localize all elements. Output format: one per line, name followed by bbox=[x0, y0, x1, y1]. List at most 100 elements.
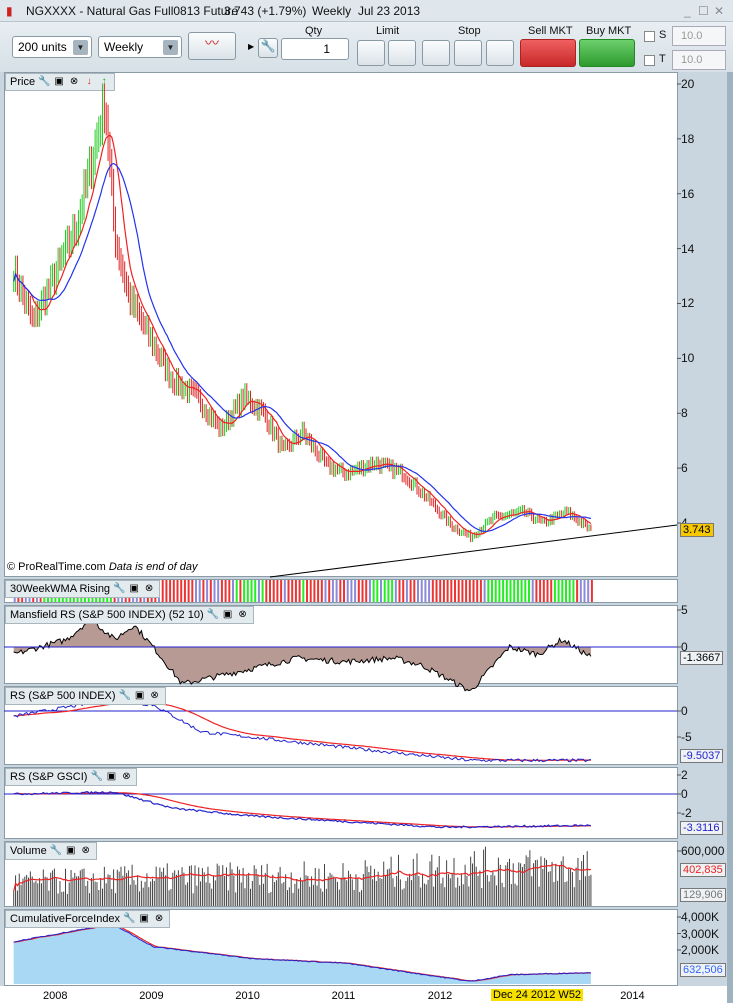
wrench-icon[interactable]: 🔧 bbox=[207, 609, 219, 621]
wrench-icon[interactable]: 🔧 bbox=[119, 690, 131, 702]
wma-bar bbox=[350, 580, 353, 602]
wma-bar bbox=[483, 580, 486, 602]
window-icon[interactable]: ▣ bbox=[138, 913, 150, 925]
wma-bar bbox=[383, 580, 386, 602]
wma-bar bbox=[298, 580, 301, 602]
close-icon[interactable]: ⊗ bbox=[120, 771, 132, 783]
close-icon[interactable]: ⊗ bbox=[143, 583, 155, 595]
wma-bar bbox=[561, 580, 564, 602]
window-icon[interactable]: ▣ bbox=[105, 771, 117, 783]
wma-bar bbox=[372, 580, 375, 602]
x-axis-tick-label: 2009 bbox=[139, 990, 164, 1002]
wma-bar bbox=[520, 580, 523, 602]
wma-bar bbox=[335, 580, 338, 602]
axis-tick-label: 2,000K bbox=[681, 943, 720, 957]
wrench-icon[interactable]: 🔧 bbox=[123, 913, 135, 925]
window-icon[interactable]: ▣ bbox=[65, 845, 77, 857]
wma-bar bbox=[183, 580, 186, 602]
x-axis-tick-label: 2011 bbox=[331, 990, 356, 1002]
close-icon[interactable]: ⊗ bbox=[149, 690, 161, 702]
wma-bar bbox=[169, 580, 172, 602]
x-axis-tick-label: 2008 bbox=[43, 990, 68, 1002]
close-icon[interactable]: ⊗ bbox=[237, 609, 249, 621]
wma-bar bbox=[494, 580, 497, 602]
wma-bar bbox=[302, 580, 305, 602]
wma-bar bbox=[457, 580, 460, 602]
axis-tick-label: 0 bbox=[681, 704, 688, 718]
wma-bar bbox=[269, 580, 272, 602]
wma-bar bbox=[213, 580, 216, 602]
wma-bar bbox=[306, 580, 309, 602]
wma-bar bbox=[565, 580, 568, 602]
wma-bar bbox=[232, 580, 235, 602]
wma-bar bbox=[376, 580, 379, 602]
wma-bar bbox=[435, 580, 438, 602]
window-icon[interactable]: ▣ bbox=[134, 690, 146, 702]
wma-bar bbox=[417, 580, 420, 602]
wma-bar bbox=[235, 580, 238, 602]
wma-bar bbox=[431, 580, 434, 602]
wma-bar bbox=[502, 580, 505, 602]
wrench-icon[interactable]: 🔧 bbox=[113, 583, 125, 595]
wma-bar bbox=[361, 580, 364, 602]
wma-bar bbox=[202, 580, 205, 602]
wma-bar bbox=[339, 580, 342, 602]
wma-bar bbox=[283, 580, 286, 602]
wma-bar bbox=[346, 580, 349, 602]
window-icon[interactable]: ▣ bbox=[222, 609, 234, 621]
wma-bar bbox=[250, 580, 253, 602]
close-icon[interactable]: ⊗ bbox=[153, 913, 165, 925]
volume-ma-value: 402,835 bbox=[680, 863, 726, 877]
rs-gsci-ma-line bbox=[13, 792, 591, 828]
x-axis-tick-label: 2012 bbox=[427, 990, 453, 1002]
axis-tick-label: 4,000K bbox=[681, 910, 720, 924]
wrench-icon[interactable]: 🔧 bbox=[90, 771, 102, 783]
crosshair-date-label: Dec 24 2012 W52 bbox=[491, 989, 584, 1001]
x-axis-tick-label: 2010 bbox=[235, 990, 260, 1002]
wma-bar bbox=[195, 580, 198, 602]
close-icon[interactable]: ⊗ bbox=[80, 845, 92, 857]
volume-current-value: 129,906 bbox=[680, 888, 726, 902]
wma-bar bbox=[491, 580, 494, 602]
axis-tick-label: 600,000 bbox=[681, 844, 725, 858]
price-axis-tick-label: 12 bbox=[681, 296, 695, 311]
wma-bar bbox=[572, 580, 575, 602]
wma-bar bbox=[535, 580, 538, 602]
wma-bar bbox=[265, 580, 268, 602]
chart-canvas bbox=[4, 83, 681, 984]
trendline bbox=[269, 524, 678, 578]
wrench-icon[interactable]: 🔧 bbox=[50, 845, 62, 857]
price-axis-tick-label: 14 bbox=[681, 241, 695, 256]
wma-bar bbox=[542, 580, 545, 602]
wma-bar bbox=[243, 580, 246, 602]
wma-bar bbox=[272, 580, 275, 602]
slow-ma-line bbox=[13, 162, 592, 533]
wma-bar bbox=[165, 580, 168, 602]
wma-bar bbox=[428, 580, 431, 602]
wma-bar bbox=[276, 580, 279, 602]
wma-bar bbox=[357, 580, 360, 602]
price-axis-tick-label: 16 bbox=[681, 186, 695, 201]
wma-bar bbox=[365, 580, 368, 602]
wma-bar bbox=[446, 580, 449, 602]
wma-bar bbox=[287, 580, 290, 602]
wma-bar bbox=[465, 580, 468, 602]
wma-panel-tag: 30WeekWMA Rising 🔧 ▣ ⊗ bbox=[5, 580, 161, 598]
rs-spx-current-value: -9.5037 bbox=[680, 749, 724, 763]
axis-tick-label: 0 bbox=[681, 787, 688, 801]
wma-bar bbox=[498, 580, 501, 602]
rs-gsci-current-value: -3.3116 bbox=[680, 821, 723, 835]
mansfield-panel-tag: Mansfield RS (S&P 500 INDEX) (52 10) 🔧 ▣ ⊗ bbox=[5, 606, 254, 624]
wma-bar bbox=[528, 580, 531, 602]
wma-bar bbox=[320, 580, 323, 602]
wma-bar bbox=[539, 580, 542, 602]
wma-bar bbox=[590, 580, 593, 602]
wma-bar bbox=[516, 580, 519, 602]
window-icon[interactable]: ▣ bbox=[128, 583, 140, 595]
axis-tick-label: 3,000K bbox=[681, 926, 720, 941]
wma-bar bbox=[291, 580, 294, 602]
wma-bar bbox=[172, 580, 175, 602]
cfi-current-value: 632,506 bbox=[680, 963, 726, 977]
wma-bar bbox=[380, 580, 383, 602]
axis-tick-label: 5 bbox=[681, 603, 688, 617]
